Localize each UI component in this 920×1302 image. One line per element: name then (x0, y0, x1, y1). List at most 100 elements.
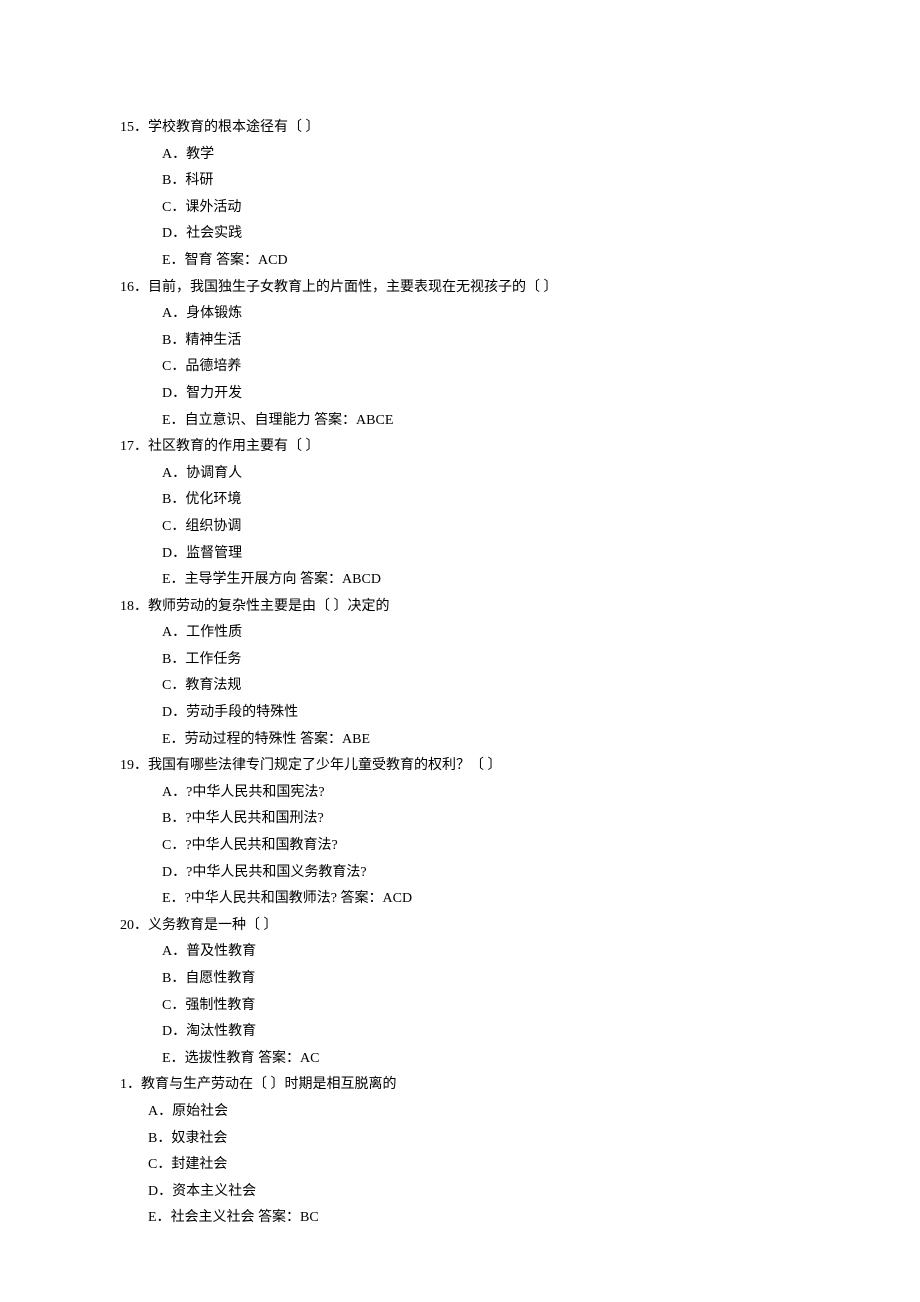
option-b: B．科研 (120, 168, 800, 195)
question-number: 19． (120, 758, 148, 773)
option-d: D．淘汰性教育 (120, 1019, 800, 1046)
option-a: A．?中华人民共和国宪法? (120, 780, 800, 807)
option-label: E． (162, 891, 185, 906)
question-19: 19．我国有哪些法律专门规定了少年儿童受教育的权利？〔 〕 A．?中华人民共和国… (120, 753, 800, 913)
option-text: 资本主义社会 (172, 1184, 256, 1199)
option-label: D． (162, 546, 186, 561)
answer-text: 答案：BC (255, 1210, 319, 1225)
option-text: 品德培养 (185, 359, 241, 374)
option-d: D．劳动手段的特殊性 (120, 700, 800, 727)
question-1: 1．教育与生产劳动在〔 〕时期是相互脱离的 A．原始社会 B．奴隶社会 C．封建… (120, 1072, 800, 1232)
option-text: ?中华人民共和国刑法? (185, 811, 323, 826)
option-text: 社会实践 (186, 226, 242, 241)
question-text: 义务教育是一种〔 〕 (148, 918, 278, 933)
question-20: 20．义务教育是一种〔 〕 A．普及性教育 B．自愿性教育 C．强制性教育 D．… (120, 913, 800, 1073)
option-text: 奴隶社会 (171, 1131, 227, 1146)
option-label: A． (162, 466, 186, 481)
option-label: D． (148, 1184, 172, 1199)
option-text: ?中华人民共和国教育法? (185, 838, 337, 853)
option-d: D．?中华人民共和国义务教育法? (120, 860, 800, 887)
option-a: A．普及性教育 (120, 939, 800, 966)
option-label: B． (162, 811, 185, 826)
option-e: E．自立意识、自理能力 答案：ABCE (120, 408, 800, 435)
option-label: A． (162, 147, 186, 162)
option-text: 自愿性教育 (185, 971, 255, 986)
option-e: E．?中华人民共和国教师法? 答案：ACD (120, 886, 800, 913)
question-number: 17． (120, 439, 148, 454)
answer-text: 答案：ABCD (297, 572, 381, 587)
option-text: 教学 (186, 147, 214, 162)
question-stem: 16．目前，我国独生子女教育上的片面性，主要表现在无视孩子的〔 〕 (120, 275, 800, 302)
option-text: 选拔性教育 (185, 1051, 255, 1066)
option-label: A． (162, 625, 186, 640)
option-text: ?中华人民共和国教师法? (185, 891, 337, 906)
question-text: 目前，我国独生子女教育上的片面性，主要表现在无视孩子的〔 〕 (148, 280, 558, 295)
option-text: 智力开发 (186, 386, 242, 401)
option-label: B． (162, 492, 185, 507)
option-label: C． (162, 519, 185, 534)
option-text: 普及性教育 (186, 944, 256, 959)
question-text: 我国有哪些法律专门规定了少年儿童受教育的权利？〔 〕 (148, 758, 502, 773)
question-number: 1． (120, 1077, 141, 1092)
option-a: A．协调育人 (120, 461, 800, 488)
option-label: C． (162, 838, 185, 853)
question-17: 17．社区教育的作用主要有〔 〕 A．协调育人 B．优化环境 C．组织协调 D．… (120, 434, 800, 594)
option-b: B．?中华人民共和国刑法? (120, 806, 800, 833)
option-label: D． (162, 865, 186, 880)
question-text: 教师劳动的复杂性主要是由〔 〕决定的 (148, 599, 390, 614)
option-label: D． (162, 226, 186, 241)
option-text: 科研 (185, 173, 213, 188)
option-label: A． (162, 785, 186, 800)
option-d: D．监督管理 (120, 541, 800, 568)
answer-text: 答案：ABE (297, 732, 371, 747)
option-label: E． (162, 413, 185, 428)
option-text: 自立意识、自理能力 (185, 413, 311, 428)
option-text: ?中华人民共和国义务教育法? (186, 865, 366, 880)
option-label: C． (162, 678, 185, 693)
option-label: C． (162, 359, 185, 374)
question-text: 社区教育的作用主要有〔 〕 (148, 439, 320, 454)
option-text: 主导学生开展方向 (185, 572, 297, 587)
question-18: 18．教师劳动的复杂性主要是由〔 〕决定的 A．工作性质 B．工作任务 C．教育… (120, 594, 800, 754)
option-text: 工作性质 (186, 625, 242, 640)
option-label: B． (162, 333, 185, 348)
option-label: E． (162, 732, 185, 747)
option-label: E． (162, 1051, 185, 1066)
answer-text: 答案：ACD (213, 253, 288, 268)
option-label: D． (162, 1024, 186, 1039)
option-text: 监督管理 (186, 546, 242, 561)
option-text: 社会主义社会 (171, 1210, 255, 1225)
option-e: E．智育 答案：ACD (120, 248, 800, 275)
option-text: 优化环境 (185, 492, 241, 507)
question-15: 15．学校教育的根本途径有〔 〕 A．教学 B．科研 C．课外活动 D．社会实践… (120, 115, 800, 275)
option-c: C．课外活动 (120, 195, 800, 222)
answer-text: 答案：ABCE (311, 413, 394, 428)
option-label: E． (148, 1210, 171, 1225)
question-stem: 20．义务教育是一种〔 〕 (120, 913, 800, 940)
option-b: B．优化环境 (120, 487, 800, 514)
question-number: 20． (120, 918, 148, 933)
option-label: A． (162, 944, 186, 959)
question-number: 15． (120, 120, 148, 135)
option-label: B． (162, 971, 185, 986)
option-b: B．奴隶社会 (120, 1126, 800, 1153)
question-stem: 15．学校教育的根本途径有〔 〕 (120, 115, 800, 142)
option-text: 强制性教育 (185, 998, 255, 1013)
question-text: 教育与生产劳动在〔 〕时期是相互脱离的 (141, 1077, 397, 1092)
option-d: D．智力开发 (120, 381, 800, 408)
question-number: 18． (120, 599, 148, 614)
option-e: E．劳动过程的特殊性 答案：ABE (120, 727, 800, 754)
option-label: B． (148, 1131, 171, 1146)
option-label: D． (162, 386, 186, 401)
option-a: A．原始社会 (120, 1099, 800, 1126)
answer-text: 答案：AC (255, 1051, 320, 1066)
option-text: 课外活动 (185, 200, 241, 215)
option-text: 劳动过程的特殊性 (185, 732, 297, 747)
option-text: 智育 (185, 253, 213, 268)
option-c: C．封建社会 (120, 1152, 800, 1179)
option-text: 淘汰性教育 (186, 1024, 256, 1039)
option-label: E． (162, 572, 185, 587)
option-d: D．社会实践 (120, 221, 800, 248)
option-text: 组织协调 (185, 519, 241, 534)
option-a: A．教学 (120, 142, 800, 169)
